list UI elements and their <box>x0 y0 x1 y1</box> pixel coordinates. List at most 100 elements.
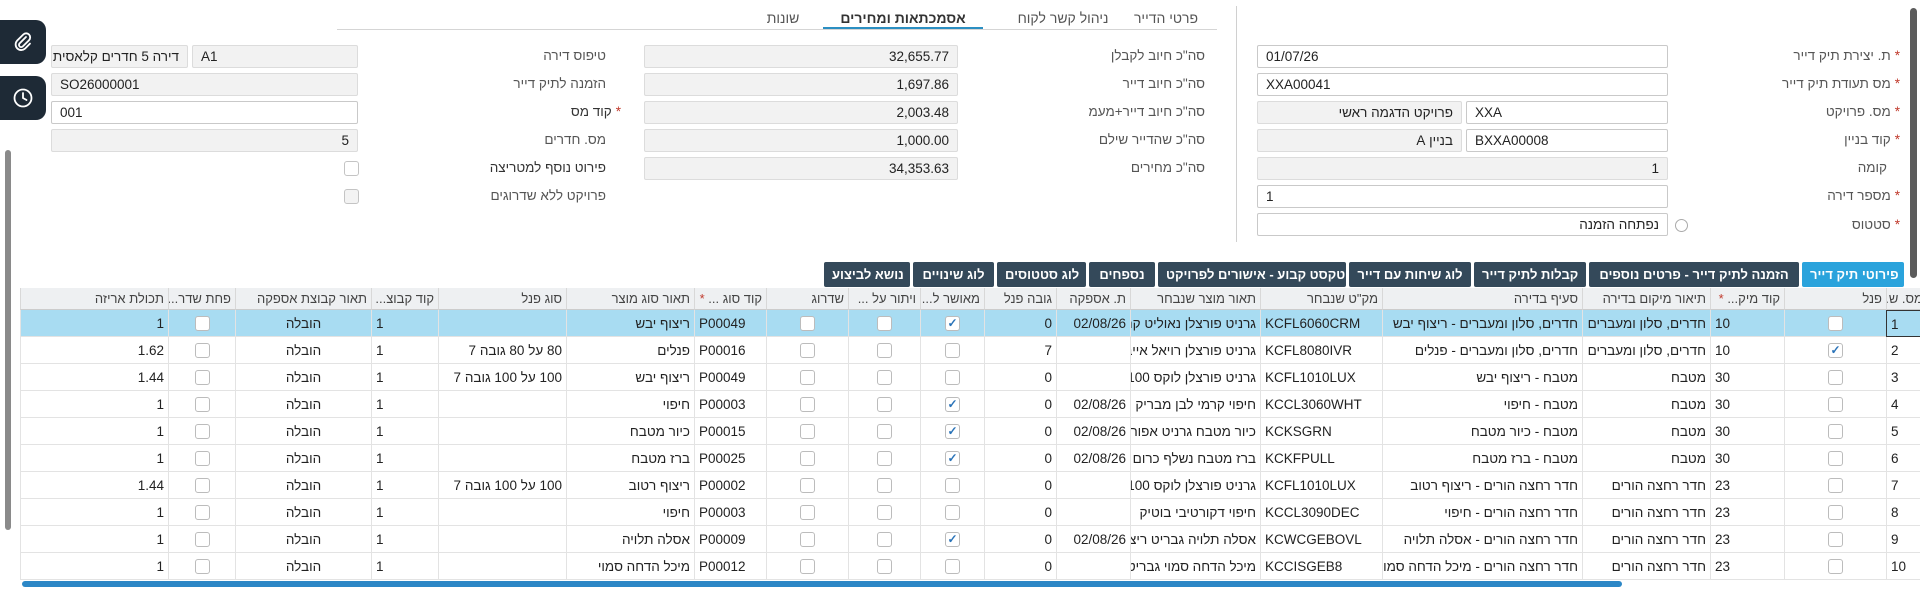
cell-group-desc[interactable]: הובלה <box>235 364 371 391</box>
checkbox[interactable] <box>877 342 892 358</box>
cell-loc-code[interactable]: 30 <box>1710 364 1784 391</box>
cell-loc-desc[interactable]: חדרים, סלון ומעברים <box>1582 337 1710 364</box>
cell-type-code[interactable]: P00049 <box>694 364 766 391</box>
checkbox[interactable] <box>877 315 892 331</box>
checkbox[interactable]: ✓ <box>945 423 960 439</box>
checkbox[interactable] <box>800 342 815 358</box>
checkbox[interactable] <box>1828 504 1843 520</box>
extra-matrix-checkbox[interactable] <box>344 161 359 176</box>
cell-panel-type[interactable] <box>438 418 566 445</box>
cell-group-code[interactable]: 1 <box>371 499 438 526</box>
cell-panel-height[interactable]: 7 <box>984 337 1056 364</box>
cell-prod-desc[interactable]: ברז מטבח נשלף כרום <box>1130 445 1260 472</box>
btn-tenant-details[interactable]: פירוטי תיק דייר <box>1802 262 1904 287</box>
cell-num[interactable]: 4 <box>1886 391 1920 418</box>
checkbox[interactable] <box>877 477 892 493</box>
checkbox[interactable] <box>877 369 892 385</box>
tab-references-prices[interactable]: אסמכתאות ומחירים <box>823 6 983 30</box>
cell-num[interactable]: 6 <box>1886 445 1920 472</box>
cell-num[interactable]: 10 <box>1886 553 1920 580</box>
cell-pack[interactable]: 1 <box>20 391 168 418</box>
cell-group-code[interactable]: 1 <box>371 310 438 337</box>
checkbox[interactable] <box>1828 531 1843 547</box>
left-vertical-scrollbar[interactable] <box>5 150 11 530</box>
cell-supply-date[interactable]: 02/08/26 <box>1056 418 1130 445</box>
cell-loc-desc[interactable]: חדרים, סלון ומעברים <box>1582 310 1710 337</box>
cell-supply-date[interactable] <box>1056 337 1130 364</box>
column-header-loc-desc[interactable]: תיאור מיקום בדירה <box>1582 288 1710 310</box>
cell-supply-date[interactable] <box>1056 499 1130 526</box>
cell-type-code[interactable]: P00025 <box>694 445 766 472</box>
checkbox[interactable] <box>945 369 960 385</box>
cell-loc-code[interactable]: 10 <box>1710 310 1784 337</box>
cell-loc-desc[interactable]: חדר רחצה הורים <box>1582 526 1710 553</box>
cell-loc-desc[interactable]: מטבח <box>1582 364 1710 391</box>
apartment-number-field[interactable]: 1 <box>1257 185 1668 208</box>
cell-type-desc[interactable]: חיפוי <box>566 391 694 418</box>
cell-num[interactable]: 8 <box>1886 499 1920 526</box>
cell-supply-date[interactable] <box>1056 472 1130 499</box>
cell-loc-code[interactable]: 23 <box>1710 553 1784 580</box>
cell-sku[interactable]: KCFL6060CRM <box>1260 310 1382 337</box>
checkbox[interactable] <box>1828 315 1843 331</box>
cell-type-desc[interactable]: ריצוף יבש <box>566 310 694 337</box>
column-header-type-code[interactable]: קוד סוג ... * <box>694 288 766 310</box>
column-header-sku[interactable]: מק"ט שנבחר <box>1260 288 1382 310</box>
checkbox[interactable] <box>800 396 815 412</box>
cell-panel-height[interactable]: 0 <box>984 445 1056 472</box>
cell-prod-desc[interactable]: אסלה תלויה גבריט ריצ <box>1130 526 1260 553</box>
checkbox[interactable] <box>877 504 892 520</box>
cell-group-desc[interactable]: הובלה <box>235 553 371 580</box>
cell-group-desc[interactable]: הובלה <box>235 526 371 553</box>
cell-num[interactable]: 3 <box>1886 364 1920 391</box>
cell-group-code[interactable]: 1 <box>371 391 438 418</box>
cell-sku[interactable]: KCKSGRN <box>1260 418 1382 445</box>
status-field[interactable]: נפתחה הזמנה <box>1257 213 1668 236</box>
btn-task[interactable]: נושא לביצוע <box>824 262 910 287</box>
cell-loc-code[interactable]: 10 <box>1710 337 1784 364</box>
checkbox[interactable] <box>877 450 892 466</box>
column-header-upgrade-waste[interactable]: פחת שדר... <box>168 288 235 310</box>
btn-order-extra[interactable]: הזמנה לתיק דייר - פרטים נוספים <box>1589 262 1799 287</box>
cell-sku[interactable]: KCFL1010LUX <box>1260 472 1382 499</box>
cell-loc-code[interactable]: 30 <box>1710 445 1784 472</box>
cell-prod-desc[interactable]: גרניט פורצלן רויאל אייב <box>1130 337 1260 364</box>
checkbox[interactable] <box>194 558 210 574</box>
cell-panel-type[interactable] <box>438 499 566 526</box>
cell-panel-type[interactable]: 100 על 100 גובה 7 <box>438 472 566 499</box>
cell-loc-desc[interactable]: מטבח <box>1582 391 1710 418</box>
cell-section[interactable]: מטבח - ריצוף יבש <box>1382 364 1582 391</box>
cell-type-code[interactable]: P00012 <box>694 553 766 580</box>
column-header-panel-type[interactable]: סוג פנל <box>438 288 566 310</box>
checkbox[interactable] <box>194 477 210 493</box>
checkbox[interactable] <box>877 423 892 439</box>
column-header-panel-height[interactable]: גובה פנל <box>984 288 1056 310</box>
checkbox[interactable]: ✓ <box>945 315 960 331</box>
history-button[interactable] <box>0 76 46 120</box>
cell-loc-desc[interactable]: מטבח <box>1582 445 1710 472</box>
cell-supply-date[interactable]: 02/08/26 <box>1056 391 1130 418</box>
checkbox[interactable] <box>194 342 210 358</box>
cell-num[interactable]: 7 <box>1886 472 1920 499</box>
column-header-approved[interactable]: מאושר ל... <box>920 288 984 310</box>
checkbox[interactable] <box>1828 477 1843 493</box>
cell-type-code[interactable]: P00015 <box>694 418 766 445</box>
checkbox[interactable] <box>194 315 210 331</box>
cell-panel-type[interactable] <box>438 553 566 580</box>
cell-type-code[interactable]: P00049 <box>694 310 766 337</box>
column-header-section[interactable]: סעיף בדירה <box>1382 288 1582 310</box>
status-radio[interactable] <box>1675 219 1688 232</box>
cell-prod-desc[interactable]: כיור מטבח גרניט אפור <box>1130 418 1260 445</box>
column-header-waiver[interactable]: ויתור על ... <box>848 288 920 310</box>
cell-group-code[interactable]: 1 <box>371 526 438 553</box>
btn-receipts[interactable]: קבלות לתיק דייר <box>1474 262 1586 287</box>
checkbox[interactable] <box>800 504 815 520</box>
column-header-type-desc[interactable]: תאור סוג מוצר <box>566 288 694 310</box>
cell-prod-desc[interactable]: גרניט פורצלן לוקס 100 <box>1130 472 1260 499</box>
checkbox[interactable] <box>194 396 210 412</box>
cell-panel-height[interactable]: 0 <box>984 499 1056 526</box>
column-header-supply-date[interactable]: ת. אספקה <box>1056 288 1130 310</box>
cell-pack[interactable]: 1 <box>20 526 168 553</box>
cell-section[interactable]: חדר רחצה הורים - מיכל הדחה סמוי <box>1382 553 1582 580</box>
cell-supply-date[interactable]: 02/08/26 <box>1056 445 1130 472</box>
